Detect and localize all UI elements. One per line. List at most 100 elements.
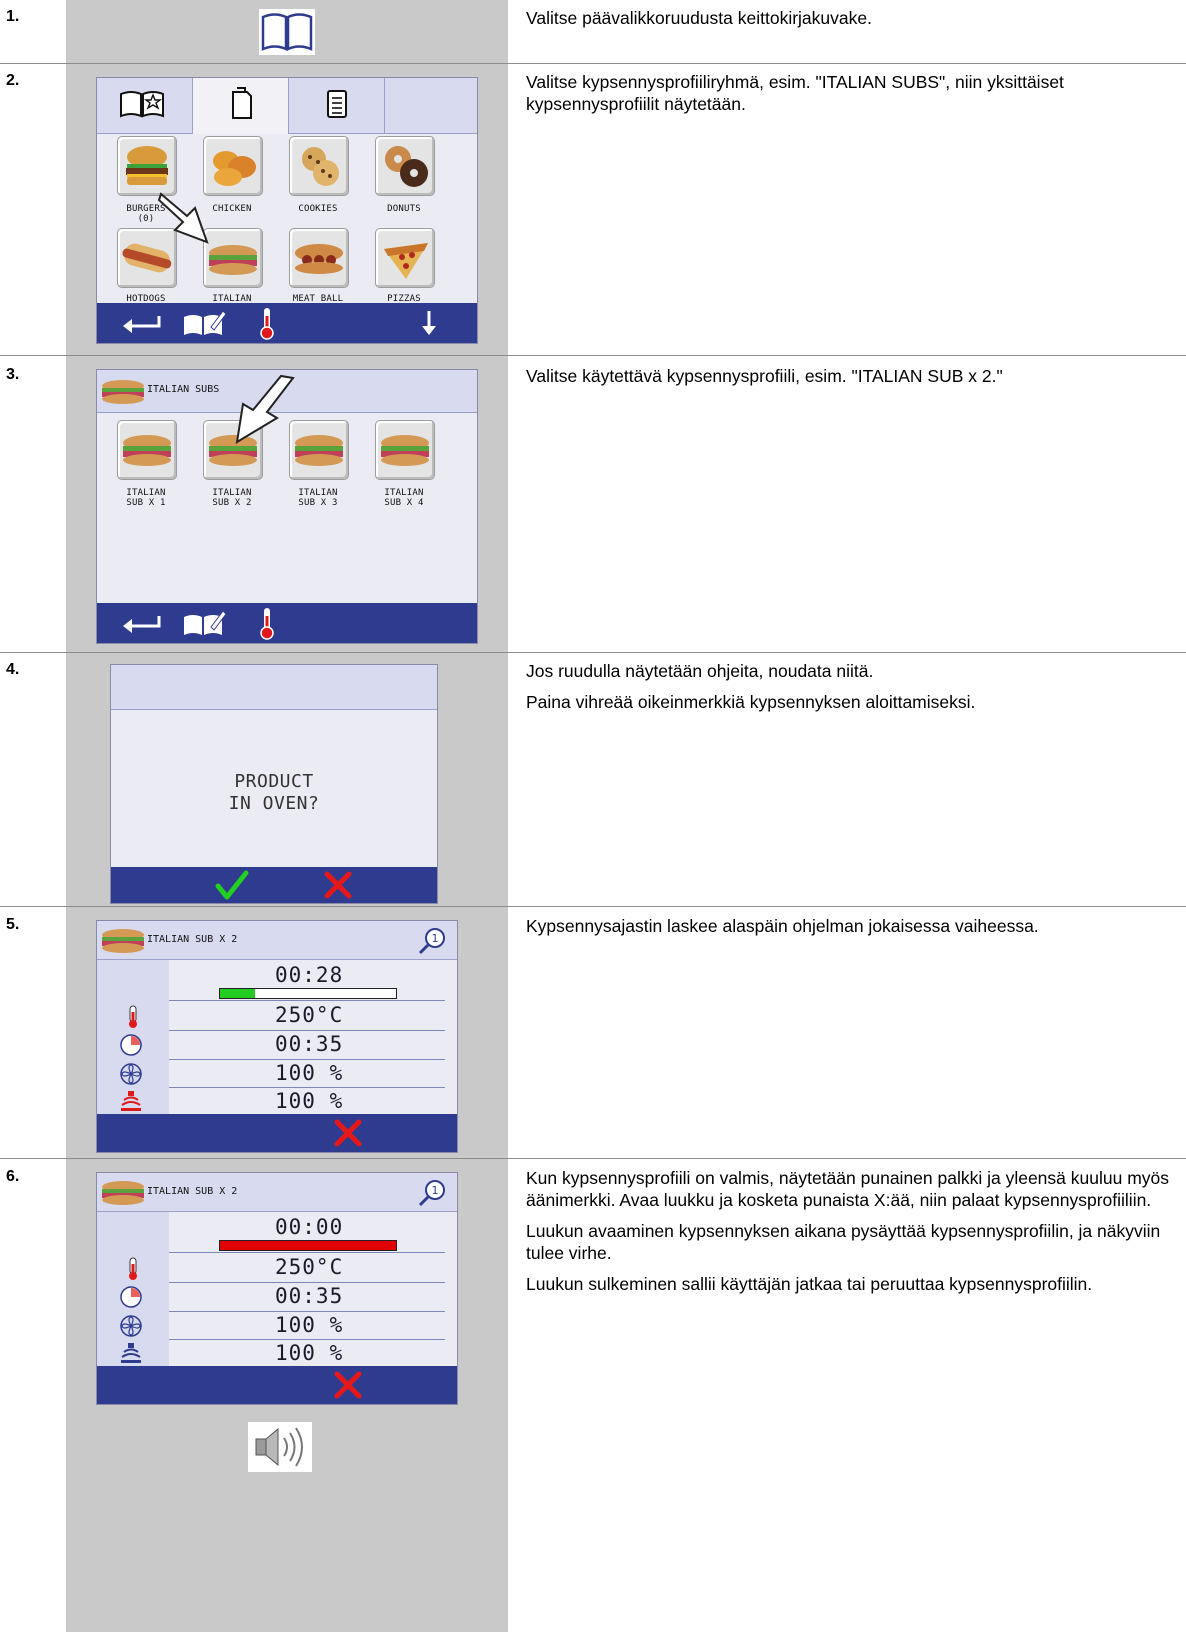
list-document-icon bbox=[327, 90, 347, 118]
magnifier-step-icon[interactable]: 1 bbox=[417, 926, 447, 956]
row-line bbox=[169, 1339, 445, 1340]
step-text: Luukun sulkeminen sallii käyttäjän jatka… bbox=[526, 1274, 1093, 1294]
meatball-sub-icon bbox=[295, 244, 343, 274]
svg-text:1: 1 bbox=[432, 932, 439, 945]
tile-label: ITALIAN SUB X 2 bbox=[212, 488, 252, 508]
progress-fill bbox=[220, 989, 256, 998]
bottom-toolbar bbox=[97, 1114, 457, 1152]
step-description: Valitse päävalikkoruudusta keittokirjaku… bbox=[526, 7, 1182, 38]
progress-bar bbox=[219, 988, 397, 999]
red-cancel-icon[interactable] bbox=[323, 871, 353, 899]
step-description: Valitse kypsennysprofiiliryhmä, esim. "I… bbox=[526, 71, 1182, 124]
red-cancel-icon[interactable] bbox=[333, 1371, 363, 1399]
step-number: 5. bbox=[6, 916, 20, 933]
sub-sandwich-icon bbox=[102, 380, 144, 404]
timer-value: 00:00 bbox=[275, 1215, 344, 1239]
microwave-power-icon bbox=[121, 1091, 141, 1111]
row-line bbox=[169, 1059, 445, 1060]
bottom-toolbar bbox=[97, 603, 477, 643]
document-icon bbox=[232, 87, 252, 119]
green-check-icon[interactable] bbox=[215, 870, 249, 900]
sub-sandwich-icon bbox=[102, 1181, 144, 1205]
profile-screen: ITALIAN SUBS ITALIAN SUB X 1 ITALIAN SUB X… bbox=[96, 369, 478, 644]
magnifier-step-icon[interactable]: 1 bbox=[417, 1178, 447, 1208]
prompt-line-2: IN OVEN? bbox=[228, 793, 320, 814]
step-number: 2. bbox=[6, 72, 20, 89]
favorites-book-icon bbox=[120, 91, 164, 118]
category-tile-donuts[interactable] bbox=[375, 136, 435, 196]
step-text: Kypsennysajastin laskee alaspäin ohjelma… bbox=[526, 916, 1039, 936]
prompt-line-1: PRODUCT bbox=[234, 771, 314, 792]
step-number: 1. bbox=[6, 8, 20, 25]
progress-bar bbox=[219, 1240, 397, 1251]
svg-text:1: 1 bbox=[432, 1184, 439, 1197]
tab-bar bbox=[97, 78, 477, 134]
back-arrow-icon[interactable] bbox=[119, 611, 165, 635]
step-number: 4. bbox=[6, 661, 20, 678]
thermometer-icon[interactable] bbox=[257, 606, 277, 640]
step-text: Kun kypsennysprofiili on valmis, näytetä… bbox=[526, 1168, 1170, 1210]
bottom-toolbar bbox=[111, 867, 437, 903]
red-cancel-icon[interactable] bbox=[333, 1119, 363, 1147]
clock-icon bbox=[120, 1286, 142, 1308]
step-number: 3. bbox=[6, 366, 20, 383]
step-text: Valitse kypsennysprofiiliryhmä, esim. "I… bbox=[526, 72, 1064, 114]
thermometer-icon bbox=[129, 1005, 137, 1028]
step-text: Valitse käytettävä kypsennysprofiili, es… bbox=[526, 366, 1003, 386]
category-screen: BURGERS (0) CHICKEN COOKIES DONUTS HOTDOG bbox=[96, 77, 478, 344]
confirm-screen: PRODUCT IN OVEN? bbox=[110, 664, 438, 904]
time-value: 00:35 bbox=[275, 1032, 344, 1056]
edit-book-icon[interactable] bbox=[181, 307, 227, 339]
cookbook-icon[interactable] bbox=[259, 9, 315, 55]
screen-title: ITALIAN SUBS bbox=[147, 384, 220, 395]
step-text: Valitse päävalikkoruudusta keittokirjaku… bbox=[526, 8, 872, 28]
tile-label: COOKIES bbox=[298, 204, 338, 214]
donut-icon bbox=[385, 146, 428, 187]
edit-book-icon[interactable] bbox=[181, 607, 227, 639]
cooking-screen: ITALIAN SUB X 2 1 00:28 250°C 00:35 100 … bbox=[96, 920, 458, 1153]
bottom-toolbar bbox=[97, 303, 477, 343]
category-tile-pizzas[interactable] bbox=[375, 228, 435, 288]
category-tile-cookies[interactable] bbox=[289, 136, 349, 196]
time-value: 00:35 bbox=[275, 1284, 344, 1308]
tab-cookbook[interactable] bbox=[193, 78, 289, 134]
screen-header: ITALIAN SUB X 2 1 bbox=[97, 1173, 457, 1212]
tile-label: ITALIAN SUB X 4 bbox=[384, 488, 424, 508]
step-description: Kypsennysajastin laskee alaspäin ohjelma… bbox=[526, 915, 1182, 946]
speaker-sound-icon bbox=[248, 1422, 312, 1472]
step-description: Jos ruudulla näytetään ohjeita, noudata … bbox=[526, 660, 1182, 722]
pointer-arrow-icon bbox=[235, 374, 295, 444]
back-arrow-icon[interactable] bbox=[119, 311, 165, 335]
temperature-value: 250°C bbox=[275, 1003, 344, 1027]
step-text: Jos ruudulla näytetään ohjeita, noudata … bbox=[526, 661, 874, 681]
temperature-value: 250°C bbox=[275, 1255, 344, 1279]
pointer-arrow-icon bbox=[157, 192, 209, 244]
category-tile-meatball-subs[interactable] bbox=[289, 228, 349, 288]
tab-list[interactable] bbox=[289, 78, 385, 133]
screen-header: ITALIAN SUB X 2 1 bbox=[97, 921, 457, 960]
bottom-toolbar bbox=[97, 1366, 457, 1404]
row-line bbox=[169, 1030, 445, 1031]
row-line bbox=[169, 1252, 445, 1253]
tab-favorites[interactable] bbox=[97, 78, 193, 133]
screen-header bbox=[111, 665, 437, 710]
sub-sandwich-icon bbox=[102, 929, 144, 953]
microwave-power-icon bbox=[121, 1343, 141, 1363]
sub-sandwich-icon bbox=[123, 435, 171, 466]
step-text: Paina vihreää oikeinmerkkiä kypsennyksen… bbox=[526, 692, 976, 712]
clock-icon bbox=[120, 1034, 142, 1056]
screen-title: ITALIAN SUB X 2 bbox=[147, 1186, 238, 1197]
profile-tile[interactable] bbox=[375, 420, 435, 480]
cookie-icon bbox=[302, 147, 339, 186]
fan-value: 100 % bbox=[275, 1313, 344, 1337]
thermometer-icon[interactable] bbox=[257, 306, 277, 340]
row-line bbox=[169, 1000, 445, 1001]
timer-value: 00:28 bbox=[275, 963, 344, 987]
sub-sandwich-icon bbox=[381, 435, 429, 466]
pizza-icon bbox=[384, 243, 428, 279]
fan-icon bbox=[120, 1315, 142, 1337]
power-value: 100 % bbox=[275, 1089, 344, 1113]
power-value: 100 % bbox=[275, 1341, 344, 1365]
scroll-down-arrow-icon[interactable] bbox=[419, 309, 439, 337]
profile-tile[interactable] bbox=[117, 420, 177, 480]
